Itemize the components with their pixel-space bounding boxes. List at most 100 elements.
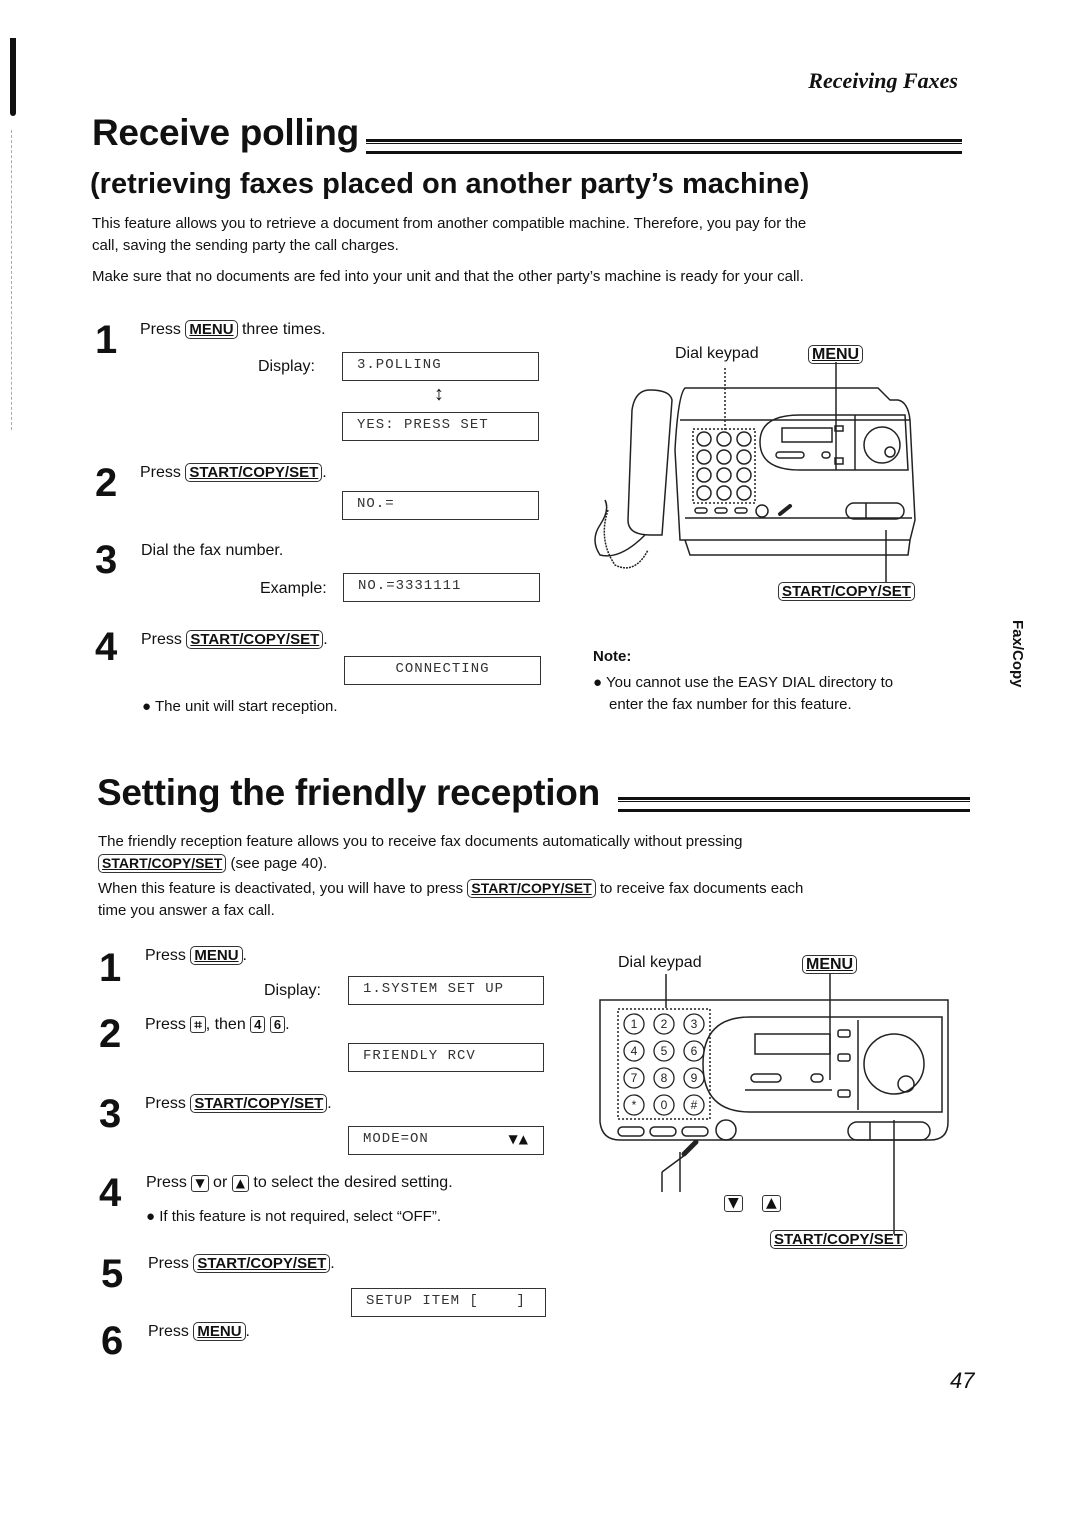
lcd-display: CONNECTING: [344, 656, 541, 685]
step-text-post: .: [285, 1016, 290, 1033]
keypad-button-label: 8: [661, 1071, 668, 1085]
lcd-display: 3.POLLING: [342, 352, 539, 381]
step-number: 4: [99, 1171, 122, 1215]
step-text-pre: Press: [145, 947, 186, 964]
step-text-pre: Press: [148, 1323, 189, 1340]
intro-pre: When this feature is deactivated, you wi…: [98, 880, 464, 897]
lcd-display: SETUP ITEM [ ]: [351, 1288, 546, 1317]
friendly-step-3-text: Press START/COPY/SET.: [145, 1094, 332, 1113]
step-text-pre: Press: [145, 1095, 186, 1112]
up-key: ▲: [231, 1175, 249, 1192]
step-1-text: Press MENU three times.: [140, 320, 326, 339]
note-line-1: You cannot use the EASY DIAL directory t…: [605, 674, 894, 691]
friendly-step-4-text: Press ▼ or ▲ to select the desired setti…: [146, 1174, 453, 1192]
binding-dots: [11, 130, 13, 430]
start-copy-set-key: START/COPY/SET: [190, 1094, 328, 1113]
start-copy-set-key: START/COPY/SET: [186, 630, 324, 649]
lcd-display: NO.=: [342, 491, 539, 520]
step-text-pre: Press: [145, 1016, 186, 1033]
step-4-bullet: ● The unit will start reception.: [142, 698, 338, 715]
step-number: 6: [101, 1319, 124, 1363]
note-title: Note:: [593, 648, 632, 665]
note-line-2: enter the fax number for this feature.: [609, 696, 852, 713]
step-text-mid: or: [213, 1174, 228, 1191]
start-copy-set-key: START/COPY/SET: [467, 879, 596, 898]
menu-key: MENU: [193, 1322, 246, 1341]
keypad-button-label: *: [632, 1098, 637, 1112]
display-label: Display:: [264, 982, 321, 999]
friendly-intro-1: The friendly reception feature allows yo…: [98, 831, 743, 875]
polling-intro-2: Make sure that no documents are fed into…: [92, 268, 804, 285]
hash-key: ⌗: [190, 1016, 206, 1033]
step-text-post: .: [323, 631, 328, 648]
intro-post: to receive fax documents each: [599, 880, 804, 897]
friendly-step-6-text: Press MENU.: [148, 1322, 250, 1341]
example-label: Example:: [260, 580, 327, 597]
down-up-arrows-icon: ▼▲: [508, 1132, 529, 1146]
step-text-pre: Press: [140, 464, 181, 481]
polling-intro-1-line2: call, saving the sending party the call …: [92, 237, 399, 254]
bullet-text: The unit will start reception.: [154, 698, 338, 715]
step-text-post: to select the desired setting.: [253, 1174, 453, 1191]
side-tab-fax-copy: Fax/Copy: [1009, 620, 1026, 688]
step-text-post: .: [245, 1323, 250, 1340]
friendly-step-2-text: Press ⌗, then 4 6.: [145, 1016, 290, 1034]
step-text-mid: , then: [205, 1016, 246, 1033]
friendly-intro-2-line1: When this feature is deactivated, you wi…: [98, 878, 803, 900]
keypad-button-label: 0: [661, 1098, 668, 1112]
polling-title: Receive polling: [92, 112, 359, 153]
step-number: 4: [95, 625, 118, 669]
step-number: 2: [95, 461, 118, 505]
down-key: ▼: [191, 1175, 209, 1192]
up-key-label: ▲: [762, 1195, 781, 1212]
key-4: 4: [250, 1016, 266, 1033]
page-number: 47: [950, 1368, 975, 1393]
lcd-display: MODE=ON ▼▲: [348, 1126, 544, 1155]
step-2-text: Press START/COPY/SET.: [140, 463, 327, 482]
key-6: 6: [269, 1016, 286, 1033]
step-text-post: .: [330, 1255, 335, 1272]
keypad-button-label: 1: [631, 1017, 638, 1031]
step-text-pre: Press: [146, 1174, 187, 1191]
keypad-button-label: 4: [631, 1044, 638, 1058]
lcd-display: YES: PRESS SET: [342, 412, 539, 441]
keypad-button-label: 7: [631, 1071, 638, 1085]
keypad-button-label: 2: [661, 1017, 668, 1031]
dial-keypad-label: Dial keypad: [618, 954, 702, 971]
start-copy-set-key-label: START/COPY/SET: [778, 582, 915, 601]
toggle-arrows-icon: ↕: [434, 383, 444, 405]
lcd-display: NO.=3331111: [343, 573, 540, 602]
start-copy-set-key: START/COPY/SET: [185, 463, 323, 482]
display-label: Display:: [258, 358, 315, 375]
polling-intro-1-line1: This feature allows you to retrieve a do…: [92, 215, 807, 232]
step-number: 5: [101, 1252, 124, 1296]
step-number: 3: [99, 1092, 122, 1136]
step-4-bullet: ● If this feature is not required, selec…: [146, 1208, 442, 1225]
keypad-buttons: [696, 431, 752, 501]
step-text-post: .: [322, 464, 327, 481]
title-rule: [366, 139, 962, 154]
start-copy-set-key: START/COPY/SET: [98, 854, 227, 873]
binding-mark: [10, 38, 16, 116]
fax-machine-illustration: [594, 362, 916, 582]
step-text-post: .: [242, 947, 247, 964]
lcd-display: 1.SYSTEM SET UP: [348, 976, 544, 1005]
friendly-title: Setting the friendly reception: [97, 772, 600, 813]
friendly-intro-2: When this feature is deactivated, you wi…: [98, 878, 803, 922]
lcd-text: MODE=ON: [363, 1131, 429, 1147]
lcd-display: FRIENDLY RCV: [348, 1043, 544, 1072]
step-number: 3: [95, 538, 118, 582]
step-text-pre: Press: [141, 631, 182, 648]
friendly-step-1-text: Press MENU.: [145, 946, 247, 965]
start-copy-set-key-label: START/COPY/SET: [770, 1230, 907, 1249]
friendly-intro-2-line2: time you answer a fax call.: [98, 902, 275, 919]
step-number: 2: [99, 1012, 122, 1056]
bullet-text: If this feature is not required, select …: [159, 1208, 442, 1225]
down-key-label: ▼: [724, 1195, 743, 1212]
keypad-button-label: #: [691, 1098, 698, 1112]
note-bullet: ● You cannot use the EASY DIAL directory…: [593, 672, 893, 716]
step-number: 1: [95, 318, 118, 362]
keypad-button-label: 6: [691, 1044, 698, 1058]
friendly-intro-1-line1: The friendly reception feature allows yo…: [98, 833, 743, 850]
step-3-text: Dial the fax number.: [141, 542, 284, 559]
